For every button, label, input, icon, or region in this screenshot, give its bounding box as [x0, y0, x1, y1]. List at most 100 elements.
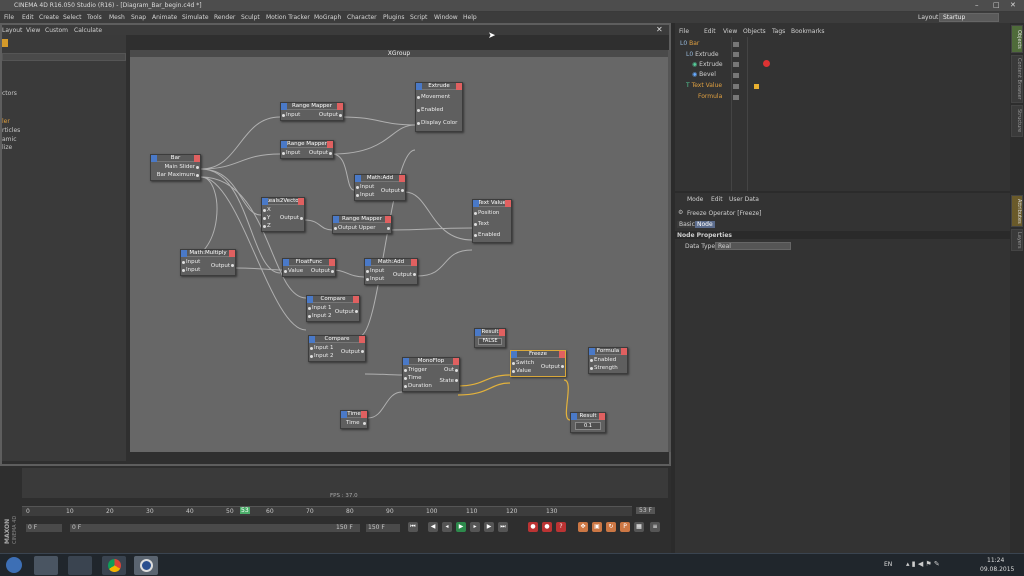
scale-key-button[interactable]: ▣ — [592, 522, 602, 532]
xpresso-canvas[interactable]: XGroup Extrude Movement Enabled Display … — [130, 50, 668, 452]
autokey-button[interactable]: ● — [542, 522, 552, 532]
om-menu-file[interactable]: File — [679, 28, 689, 35]
visibility-icon[interactable] — [733, 52, 739, 57]
tab-content-browser[interactable]: Content Browser — [1011, 55, 1023, 103]
go-to-start-button[interactable]: ⏮ — [408, 522, 418, 532]
list-item[interactable]: rticles — [2, 127, 20, 134]
om-menu-view[interactable]: View — [723, 28, 737, 35]
minimize-button[interactable]: – — [975, 1, 979, 9]
menu-snap[interactable]: Snap — [131, 14, 146, 21]
menu-character[interactable]: Character — [347, 14, 377, 21]
clock-time[interactable]: 11:24 — [987, 557, 1004, 564]
go-to-end-button[interactable]: ⏭ — [498, 522, 508, 532]
record-keys-button[interactable]: ● — [528, 522, 538, 532]
menu-render[interactable]: Render — [214, 14, 235, 21]
om-menu-tags[interactable]: Tags — [772, 28, 785, 35]
list-item[interactable]: ctors — [2, 90, 17, 97]
node-freeze[interactable]: Freeze Switch Output Value — [510, 350, 566, 377]
menu-edit[interactable]: Edit — [22, 14, 34, 21]
node-math-add[interactable]: Math:Add Input Output Input — [364, 258, 418, 285]
menu-plugins[interactable]: Plugins — [383, 14, 405, 21]
node-range-mapper[interactable]: Range Mapper Output Upper — [332, 215, 392, 234]
object-row-formula[interactable]: Formula — [698, 92, 753, 102]
next-frame-button[interactable]: ▸ — [470, 522, 480, 532]
am-menu-mode[interactable]: Mode — [687, 196, 703, 203]
position-key-button[interactable]: ✥ — [578, 522, 588, 532]
maximize-button[interactable]: □ — [993, 1, 1000, 9]
visibility-icon[interactable] — [733, 84, 739, 89]
prev-key-button[interactable]: ◀ — [428, 522, 438, 532]
node-range-mapper[interactable]: Range Mapper Input Output — [280, 102, 344, 121]
node-math-add[interactable]: Math:Add Input Input Output — [354, 174, 406, 201]
om-menu-objects[interactable]: Objects — [743, 28, 766, 35]
play-button[interactable]: ▶ — [456, 522, 466, 532]
xmenu-view[interactable]: View — [26, 27, 40, 34]
xpresso-close-icon[interactable]: ✕ — [656, 25, 663, 34]
timeline-menu-button[interactable]: ≡ — [650, 522, 660, 532]
cinema4d-icon[interactable] — [134, 556, 158, 575]
clock-date[interactable]: 09.08.2015 — [980, 566, 1014, 573]
language-indicator[interactable]: EN — [884, 561, 892, 568]
menu-script[interactable]: Script — [410, 14, 427, 21]
object-row-bar[interactable]: L0 Bar — [680, 39, 735, 49]
am-menu-user-data[interactable]: User Data — [729, 196, 759, 203]
menu-tools[interactable]: Tools — [87, 14, 102, 21]
menu-simulate[interactable]: Simulate — [182, 14, 209, 21]
rotation-key-button[interactable]: ↻ — [606, 522, 616, 532]
node-math-multiply[interactable]: Math:Multiply Input Output Input — [180, 249, 236, 276]
apps-icon[interactable] — [68, 556, 92, 575]
list-item[interactable]: ler — [2, 118, 10, 125]
tab-objects[interactable]: Objects — [1011, 25, 1023, 53]
am-menu-edit[interactable]: Edit — [711, 196, 723, 203]
next-key-button[interactable]: ▶ — [484, 522, 494, 532]
time-marker[interactable]: 53 — [240, 507, 250, 514]
prev-frame-button[interactable]: ◂ — [442, 522, 452, 532]
data-type-select[interactable]: Real — [715, 242, 791, 250]
visibility-icon[interactable] — [733, 62, 739, 67]
node-formula[interactable]: Formula Enabled Strength — [588, 347, 628, 374]
xmenu-layout[interactable]: Layout — [2, 27, 22, 34]
list-item[interactable]: lize — [2, 144, 12, 151]
om-menu-bookmarks[interactable]: Bookmarks — [791, 28, 825, 35]
parameter-key-button[interactable]: P — [620, 522, 630, 532]
material-tag-icon[interactable] — [763, 60, 770, 67]
end-frame-input[interactable]: 150 F — [366, 524, 400, 532]
menu-create[interactable]: Create — [39, 14, 59, 21]
visibility-icon[interactable] — [733, 42, 739, 47]
node-compare[interactable]: Compare Input 1 Output Input 2 — [308, 335, 366, 362]
list-item[interactable]: amic — [2, 136, 17, 143]
node-reals2vector[interactable]: Reals2Vector X Y Output Z — [261, 197, 305, 232]
pla-key-button[interactable]: ▦ — [634, 522, 644, 532]
start-frame-field[interactable]: 0 F — [26, 524, 62, 532]
tray-icons[interactable]: ▴ ▮ ◀ ⚑ ✎ — [906, 560, 940, 568]
tab-attributes[interactable]: Attributes — [1011, 195, 1023, 227]
node-bar[interactable]: Bar Main Slider Bar Maximum — [150, 154, 201, 181]
canvas-scrollbar[interactable] — [668, 50, 671, 452]
timeline-ruler[interactable]: 0 10 20 30 40 50 53 60 70 80 90 100 110 … — [22, 506, 632, 516]
node-result[interactable]: Result 0.1 — [570, 412, 606, 433]
node-extrude[interactable]: Extrude Movement Enabled Display Color — [415, 82, 463, 132]
keyframe-selection-button[interactable]: ? — [556, 522, 566, 532]
layout-select[interactable]: Startup — [939, 13, 999, 22]
xmenu-calculate[interactable]: Calculate — [74, 27, 102, 34]
menu-mesh[interactable]: Mesh — [109, 14, 125, 21]
close-button[interactable]: ✕ — [1010, 1, 1016, 9]
visibility-icon[interactable] — [733, 73, 739, 78]
visibility-icon[interactable] — [733, 95, 739, 100]
menu-help[interactable]: Help — [463, 14, 477, 21]
menu-animate[interactable]: Animate — [152, 14, 177, 21]
xmenu-custom[interactable]: Custom — [45, 27, 68, 34]
node-floatfunc[interactable]: FloatFunc Value Output — [282, 258, 336, 277]
start-button[interactable] — [6, 557, 22, 573]
node-browser-tab[interactable] — [2, 39, 8, 47]
node-text-value[interactable]: Text Value Position Text Enabled — [472, 199, 512, 243]
chrome-icon[interactable] — [102, 556, 126, 575]
node-result[interactable]: Result FALSE — [474, 328, 506, 348]
tab-layers[interactable]: Layers — [1011, 229, 1023, 251]
node-monoflop[interactable]: MonoFlop Trigger Out Time State Duration — [402, 357, 460, 392]
menu-window[interactable]: Window — [434, 14, 458, 21]
node-time[interactable]: Time Time — [340, 410, 368, 429]
tab-structure[interactable]: Structure — [1011, 105, 1023, 137]
menu-mograph[interactable]: MoGraph — [314, 14, 341, 21]
node-browser-search[interactable] — [2, 53, 126, 61]
